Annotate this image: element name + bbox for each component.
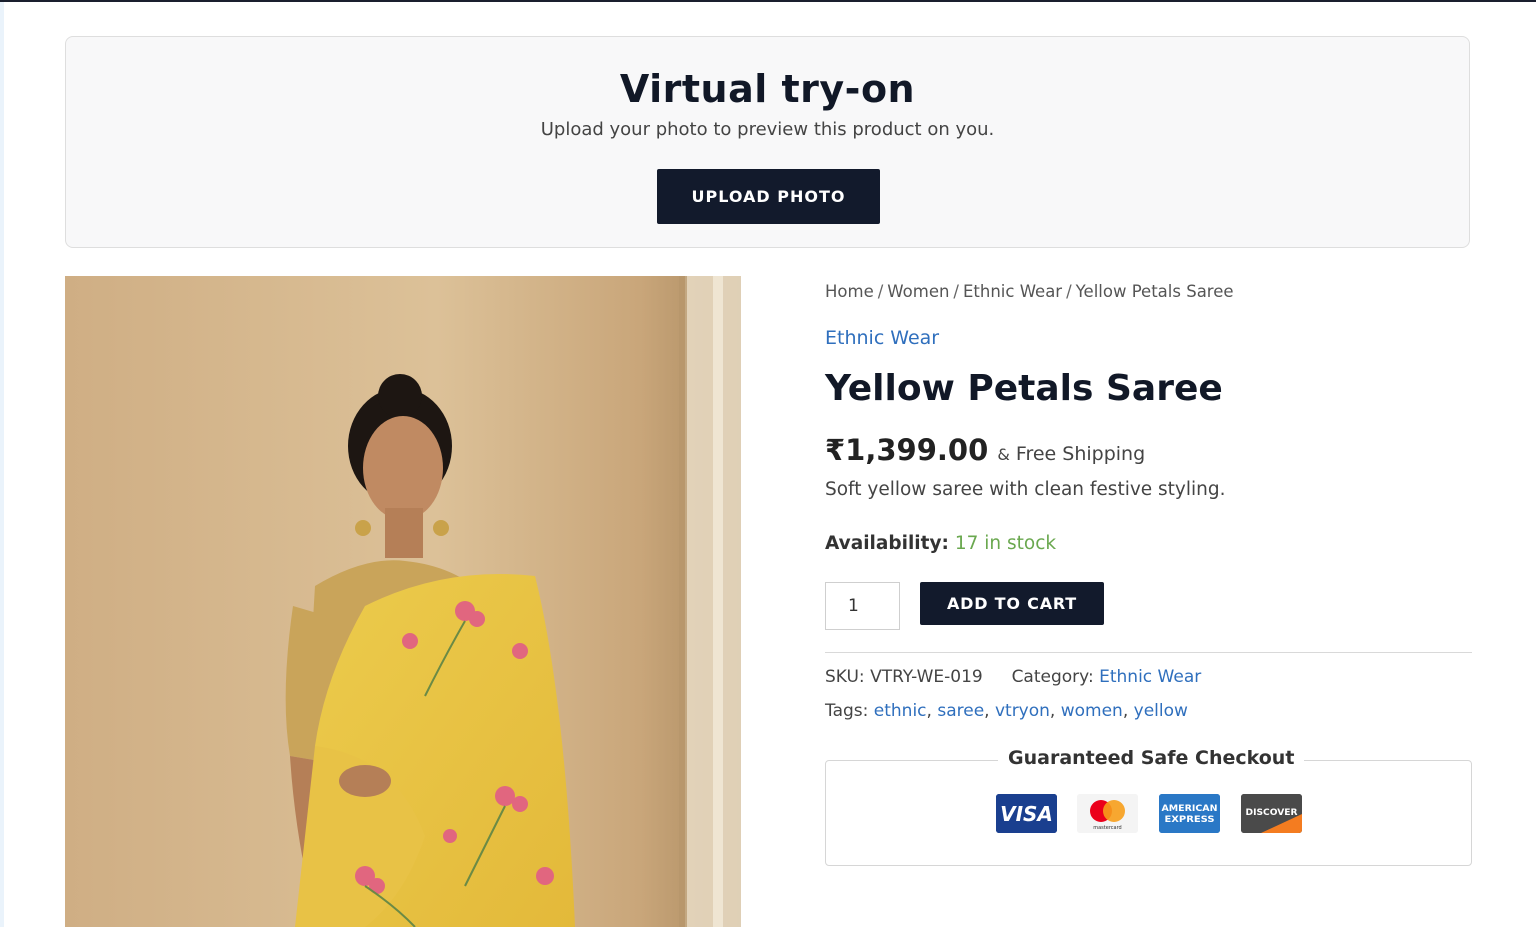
mastercard-icon: mastercard xyxy=(1077,794,1138,833)
breadcrumb-ethnic-wear[interactable]: Ethnic Wear xyxy=(963,282,1062,301)
upload-photo-button[interactable]: UPLOAD PHOTO xyxy=(657,169,880,224)
visa-card-label: VISA xyxy=(1000,802,1053,826)
category-label: Category: xyxy=(1011,667,1094,687)
discover-card-icon: DISCOVER xyxy=(1241,794,1302,833)
add-to-cart-button[interactable]: ADD TO CART xyxy=(920,582,1104,625)
sku-value: VTRY-WE-019 xyxy=(870,667,983,687)
stock-status: 17 in stock xyxy=(954,533,1057,554)
shipping-ampersand: & xyxy=(997,445,1010,464)
meta-category-link[interactable]: Ethnic Wear xyxy=(1099,667,1201,687)
breadcrumb: Home / Women / Ethnic Wear / Yellow Petals Sar… xyxy=(825,282,1234,301)
left-edge-strip xyxy=(0,2,4,927)
divider xyxy=(825,652,1472,653)
quantity-input[interactable] xyxy=(825,582,900,630)
shipping-note: & Free Shipping xyxy=(997,443,1145,465)
shipping-text: Free Shipping xyxy=(1015,443,1146,465)
mastercard-label: mastercard xyxy=(1093,825,1121,831)
svg-text:EXPRESS: EXPRESS xyxy=(1165,815,1215,825)
safe-checkout-title: Guaranteed Safe Checkout xyxy=(998,747,1305,769)
availability-label: Availability: xyxy=(825,533,949,554)
top-rule xyxy=(0,0,1536,2)
breadcrumb-women[interactable]: Women xyxy=(887,282,949,301)
virtual-tryon-panel: Virtual try-on Upload your photo to prev… xyxy=(65,36,1470,248)
product-meta-sku-category: SKU: VTRY-WE-019 Category: Ethnic Wear xyxy=(825,667,1201,687)
product-title: Yellow Petals Saree xyxy=(825,368,1223,409)
breadcrumb-current: Yellow Petals Saree xyxy=(1075,282,1234,301)
tag-link[interactable]: women xyxy=(1061,701,1123,721)
tryon-title: Virtual try-on xyxy=(619,67,916,111)
amex-card-icon: AMERICAN EXPRESS xyxy=(1159,794,1220,833)
breadcrumb-separator: / xyxy=(877,282,884,301)
price-row: ₹1,399.00 & Free Shipping xyxy=(825,433,1145,467)
product-tags: Tags: ethnic, saree, vtryon, women, yell… xyxy=(825,701,1188,721)
tag-link[interactable]: saree xyxy=(937,701,984,721)
visa-card-icon: VISA xyxy=(996,794,1057,833)
tryon-subtitle: Upload your photo to preview this produc… xyxy=(540,119,995,140)
discover-card-label: DISCOVER xyxy=(1246,808,1298,818)
breadcrumb-separator: / xyxy=(1066,282,1072,301)
product-price: ₹1,399.00 xyxy=(825,433,989,467)
sku-label: SKU: xyxy=(825,667,865,687)
product-short-description: Soft yellow saree with clean festive sty… xyxy=(825,479,1226,500)
product-photo-illustration xyxy=(65,276,741,927)
product-image[interactable] xyxy=(65,276,741,927)
breadcrumb-home[interactable]: Home xyxy=(825,282,874,301)
tags-label: Tags: xyxy=(825,701,869,721)
tag-link[interactable]: vtryon xyxy=(995,701,1050,721)
availability: Availability: 17 in stock xyxy=(825,533,1056,554)
product-category-link[interactable]: Ethnic Wear xyxy=(825,327,939,349)
svg-text:AMERICAN: AMERICAN xyxy=(1162,804,1218,814)
breadcrumb-separator: / xyxy=(953,282,959,301)
tag-link[interactable]: yellow xyxy=(1134,701,1188,721)
tag-link[interactable]: ethnic xyxy=(874,701,927,721)
safe-checkout-box xyxy=(825,760,1472,866)
